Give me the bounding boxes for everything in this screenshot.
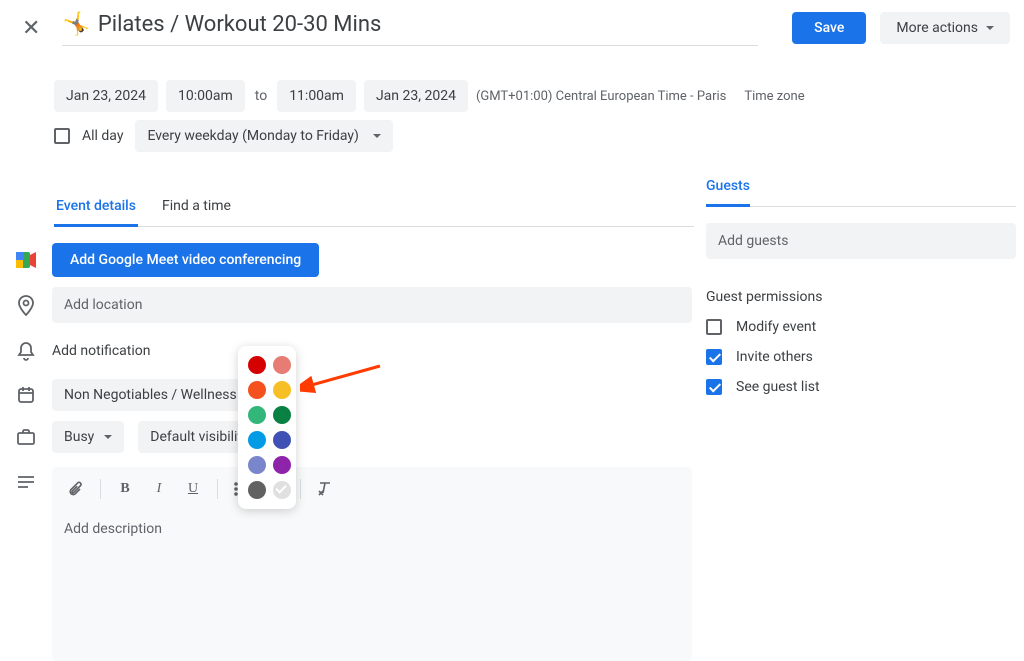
separator: [300, 479, 301, 499]
clear-format-button[interactable]: [309, 473, 341, 505]
color-swatch[interactable]: [273, 356, 291, 374]
add-guests-input[interactable]: Add guests: [706, 223, 1016, 259]
start-date-chip[interactable]: Jan 23, 2024: [54, 80, 158, 112]
color-swatch[interactable]: [273, 481, 291, 499]
color-swatch[interactable]: [248, 406, 266, 424]
recurrence-select[interactable]: Every weekday (Monday to Friday): [135, 120, 392, 152]
color-swatch[interactable]: [273, 381, 291, 399]
color-swatch[interactable]: [248, 481, 266, 499]
color-swatch[interactable]: [248, 381, 266, 399]
chevron-down-icon: [373, 134, 381, 138]
color-swatch[interactable]: [248, 456, 266, 474]
end-date-chip[interactable]: Jan 23, 2024: [364, 80, 468, 112]
location-icon: [14, 294, 38, 316]
timezone-text: (GMT+01:00) Central European Time - Pari…: [476, 89, 726, 104]
tab-event-details[interactable]: Event details: [54, 192, 138, 227]
start-time-chip[interactable]: 10:00am: [166, 80, 245, 112]
recurrence-label: Every weekday (Monday to Friday): [147, 128, 358, 144]
event-title-text: Pilates / Workout 20-30 Mins: [98, 12, 758, 37]
briefcase-icon: [14, 429, 38, 445]
color-palette-popover[interactable]: [238, 346, 296, 509]
modify-event-label: Modify event: [736, 319, 816, 335]
busy-label: Busy: [64, 429, 94, 445]
to-label: to: [253, 88, 269, 104]
chevron-down-icon: [104, 435, 112, 439]
separator: [100, 479, 101, 499]
guest-permissions-title: Guest permissions: [706, 289, 1016, 305]
color-swatch[interactable]: [248, 356, 266, 374]
see-guest-list-label: See guest list: [736, 379, 820, 395]
more-actions-button[interactable]: More actions: [880, 12, 1010, 44]
busy-select[interactable]: Busy: [52, 421, 124, 453]
end-time-chip[interactable]: 11:00am: [277, 80, 356, 112]
add-notification-button[interactable]: Add notification: [52, 333, 151, 369]
calendar-icon: [14, 386, 38, 404]
bold-button[interactable]: B: [109, 473, 141, 505]
color-swatch[interactable]: [273, 431, 291, 449]
see-guest-list-checkbox[interactable]: [706, 379, 722, 395]
timezone-link[interactable]: Time zone: [744, 89, 804, 104]
invite-others-label: Invite others: [736, 349, 813, 365]
save-button[interactable]: Save: [792, 12, 866, 44]
separator: [217, 479, 218, 499]
italic-button[interactable]: I: [143, 473, 175, 505]
close-icon[interactable]: ✕: [14, 12, 48, 45]
tab-guests[interactable]: Guests: [706, 178, 750, 207]
add-meet-button[interactable]: Add Google Meet video conferencing: [52, 243, 319, 277]
description-input[interactable]: Add description: [52, 511, 692, 661]
bell-icon: [14, 341, 38, 361]
more-actions-label: More actions: [896, 20, 978, 36]
calendar-select[interactable]: Non Negotiables / Wellness: [52, 379, 267, 411]
location-input[interactable]: Add location: [52, 287, 692, 323]
allday-checkbox[interactable]: [54, 128, 70, 144]
event-title-field[interactable]: 🤸 Pilates / Workout 20-30 Mins: [62, 10, 758, 46]
tab-find-a-time[interactable]: Find a time: [160, 192, 233, 226]
color-swatch[interactable]: [273, 456, 291, 474]
chevron-down-icon: [986, 26, 994, 30]
color-swatch[interactable]: [248, 431, 266, 449]
allday-label: All day: [82, 128, 123, 144]
event-emoji: 🤸: [62, 12, 89, 37]
modify-event-checkbox[interactable]: [706, 319, 722, 335]
color-swatch[interactable]: [273, 406, 291, 424]
description-toolbar: B I U: [52, 467, 692, 511]
calendar-select-label: Non Negotiables / Wellness: [64, 387, 237, 403]
description-icon: [14, 467, 38, 489]
attach-icon[interactable]: [60, 473, 92, 505]
invite-others-checkbox[interactable]: [706, 349, 722, 365]
meet-icon: [14, 252, 38, 268]
separator: [706, 206, 1016, 207]
visibility-label: Default visibility: [150, 429, 248, 445]
underline-button[interactable]: U: [177, 473, 209, 505]
